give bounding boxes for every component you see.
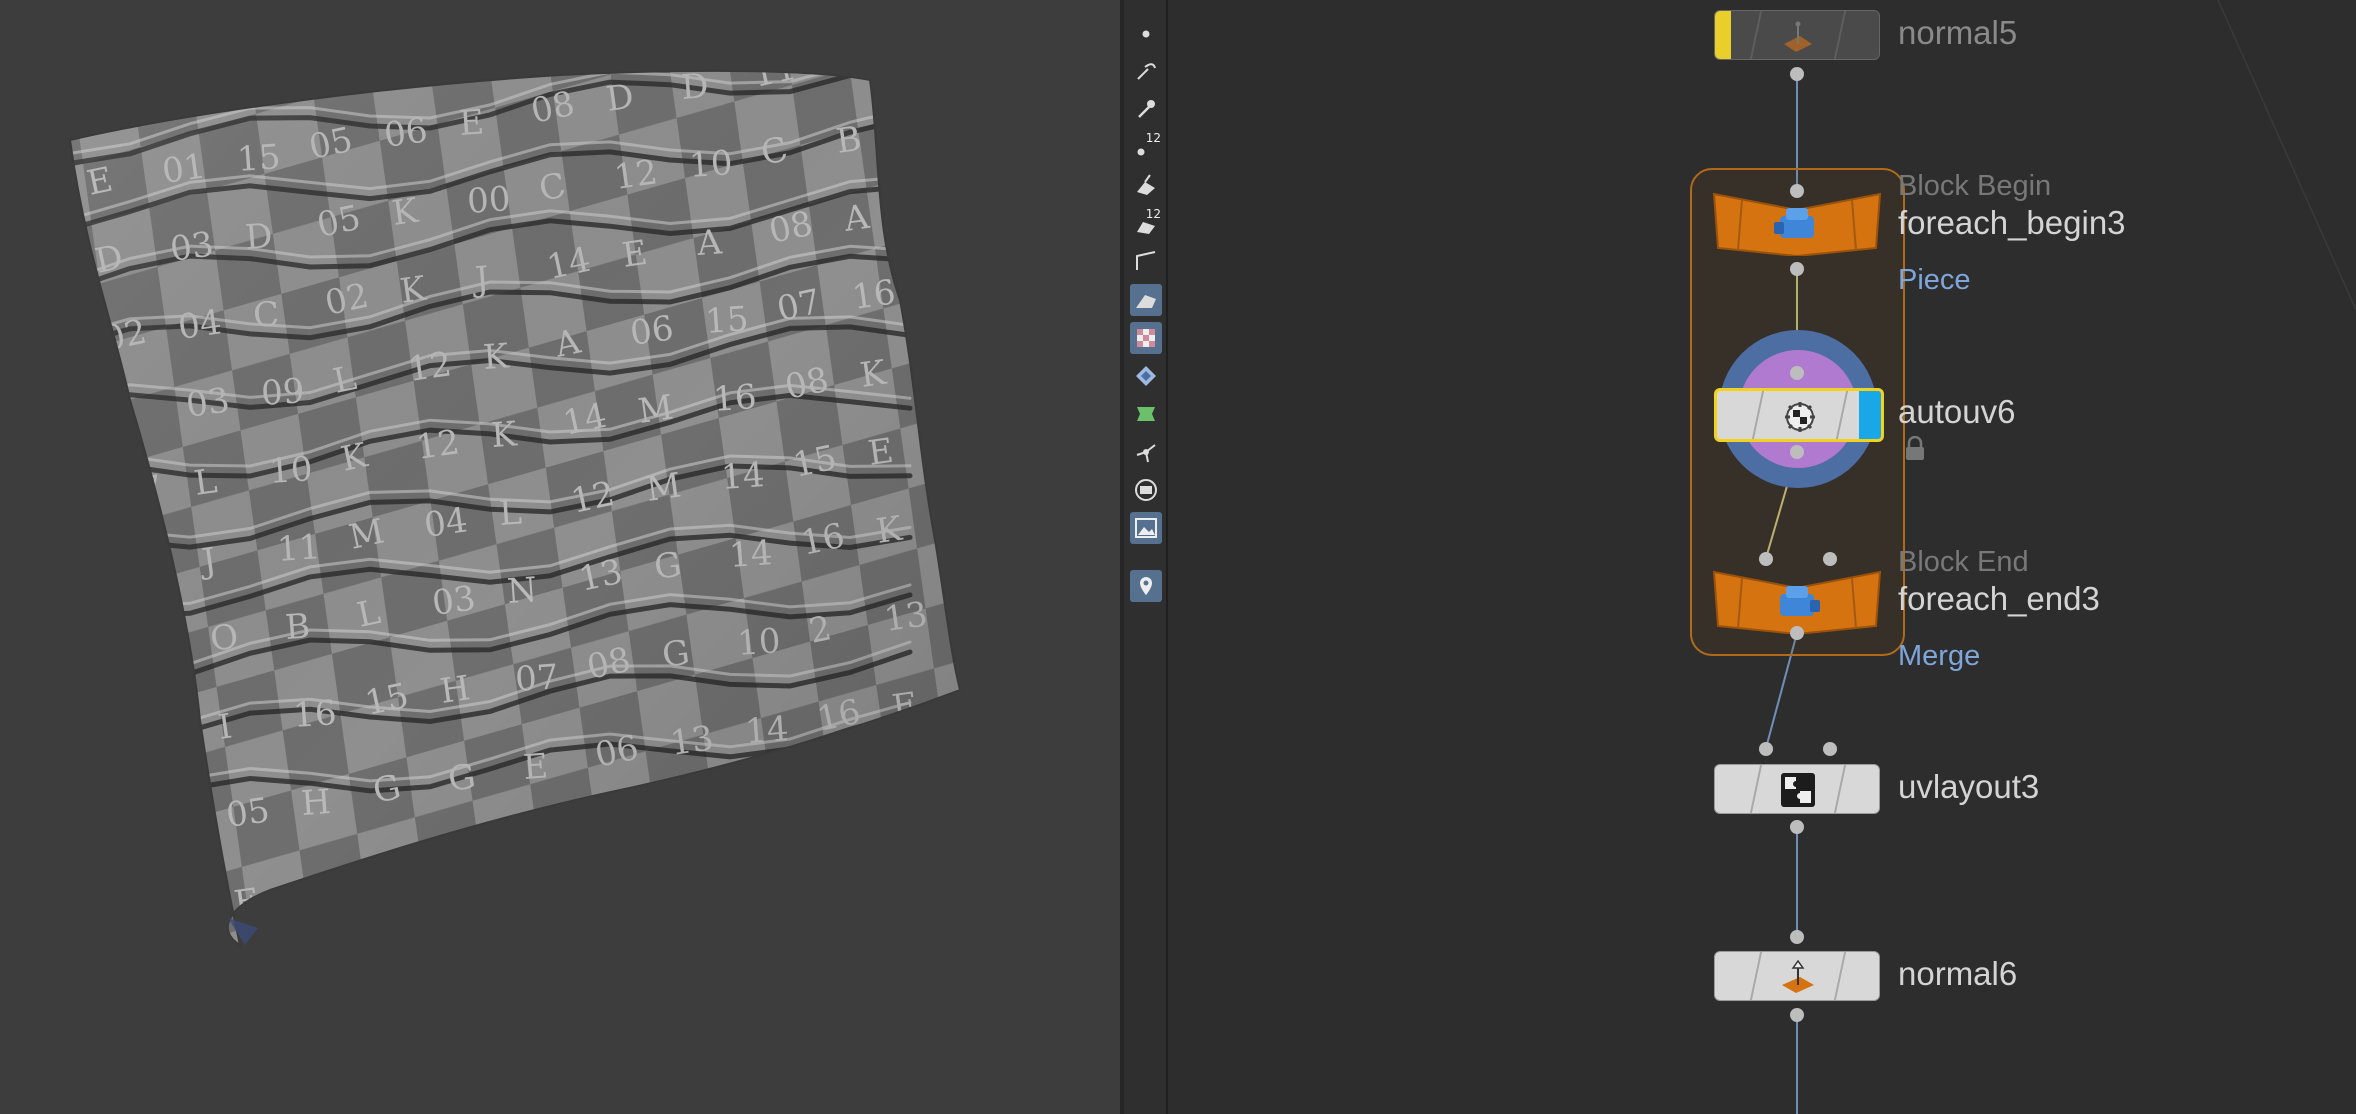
shading-icon <box>1136 295 1156 308</box>
input-port[interactable] <box>1790 184 1804 198</box>
primitive-icon <box>1137 174 1155 195</box>
display-flag[interactable] <box>1859 391 1881 439</box>
lock-icon[interactable] <box>1904 436 1926 462</box>
checker-label: L <box>600 820 630 864</box>
point-icon <box>1142 30 1150 38</box>
primitive-toggle[interactable] <box>1130 169 1162 201</box>
node-foreach-begin3[interactable] <box>1712 190 1882 256</box>
input-port-1[interactable] <box>1759 552 1773 566</box>
node-normal6[interactable] <box>1714 951 1880 1001</box>
checker-label: 4 <box>148 804 177 848</box>
tool-badge: 12 <box>1145 207 1161 221</box>
edge-select-icon <box>1137 63 1156 80</box>
edge-select-toggle[interactable] <box>1130 55 1162 87</box>
output-port[interactable] <box>1790 262 1804 276</box>
checker-label: 10 <box>132 624 183 672</box>
autouv-icon <box>1780 397 1820 437</box>
output-port[interactable] <box>1790 626 1804 640</box>
output-port[interactable] <box>1790 1008 1804 1022</box>
checker-label: O <box>822 783 858 828</box>
input-port[interactable] <box>1790 366 1804 380</box>
uv-checker-icon <box>1137 329 1155 347</box>
primitive-numbers-toggle[interactable]: 12 <box>1130 207 1162 239</box>
node-type-block-end: Block End <box>1898 546 2029 578</box>
node-name-foreach-begin3: foreach_begin3 <box>1898 204 2126 241</box>
snapping-icon <box>1140 577 1152 595</box>
node-tag-merge: Merge <box>1898 640 1981 672</box>
handle-toggle[interactable] <box>1130 436 1162 468</box>
viewport-display-toolbar: 12 12 <box>1124 0 1168 1114</box>
ghost-icon <box>1137 407 1155 421</box>
node-normal5[interactable] <box>1714 10 1880 60</box>
uv-layout-icon <box>1778 770 1818 810</box>
snapping-toggle[interactable] <box>1130 570 1162 602</box>
display-options-toggle[interactable] <box>1130 474 1162 506</box>
node-tag-piece: Piece <box>1898 264 1971 296</box>
input-port-2[interactable] <box>1823 552 1837 566</box>
display-options-icon <box>1135 479 1157 501</box>
normals-toggle[interactable] <box>1130 245 1162 277</box>
uv-checker-mesh: E01150506E08DD11DD03D05K00C1210CB0204C02… <box>68 69 962 948</box>
node-name-normal5: normal5 <box>1898 14 2018 51</box>
input-port-1[interactable] <box>1759 742 1773 756</box>
input-port-2[interactable] <box>1823 742 1837 756</box>
output-port[interactable] <box>1790 445 1804 459</box>
checker-label: J <box>451 846 473 888</box>
normal-icon <box>1778 16 1818 56</box>
node-name-normal6: normal6 <box>1898 955 2018 992</box>
output-port[interactable] <box>1790 820 1804 834</box>
brush-icon <box>1138 100 1155 118</box>
node-name-foreach-end3: foreach_end3 <box>1898 580 2100 617</box>
output-port[interactable] <box>1790 67 1804 81</box>
brush-toggle[interactable] <box>1130 93 1162 125</box>
input-port[interactable] <box>1790 930 1804 944</box>
scene-viewport[interactable]: E01150506E08DD11DD03D05K00C1210CB0204C02… <box>0 0 1120 1114</box>
normals-icon <box>1136 251 1156 270</box>
node-foreach-end3[interactable] <box>1712 568 1882 634</box>
tool-badge: 12 <box>1145 131 1161 145</box>
uv-checker-toggle[interactable] <box>1130 322 1162 354</box>
checker-label: 5 <box>156 892 185 936</box>
template-icon <box>1136 366 1156 386</box>
node-type-block-begin: Block Begin <box>1898 170 2052 202</box>
checker-label: K <box>530 834 559 876</box>
node-autouv6[interactable] <box>1714 388 1884 442</box>
checker-label: N <box>752 798 784 840</box>
checker-label: 08 <box>124 546 175 594</box>
background-image-icon <box>1135 518 1157 538</box>
checker-label: P <box>898 773 926 816</box>
template-toggle[interactable] <box>1130 360 1162 392</box>
handle-icon <box>1136 444 1156 463</box>
node-uvlayout3[interactable] <box>1714 764 1880 814</box>
shading-toggle[interactable] <box>1130 284 1162 316</box>
checker-label: J <box>137 718 162 761</box>
checker-label: M <box>676 807 716 851</box>
checker-label: I <box>378 858 399 900</box>
network-editor[interactable]: normal5 Block Begin foreach_begin3 Piece <box>1168 0 2356 1114</box>
point-toggle[interactable] <box>1130 18 1162 50</box>
normal-icon <box>1778 957 1818 997</box>
node-name-autouv6: autouv6 <box>1898 393 2016 430</box>
node-name-uvlayout3: uvlayout3 <box>1898 768 2040 805</box>
background-image-toggle[interactable] <box>1130 512 1162 544</box>
ghost-toggle[interactable] <box>1130 398 1162 430</box>
point-numbers-toggle[interactable]: 12 <box>1130 131 1162 163</box>
